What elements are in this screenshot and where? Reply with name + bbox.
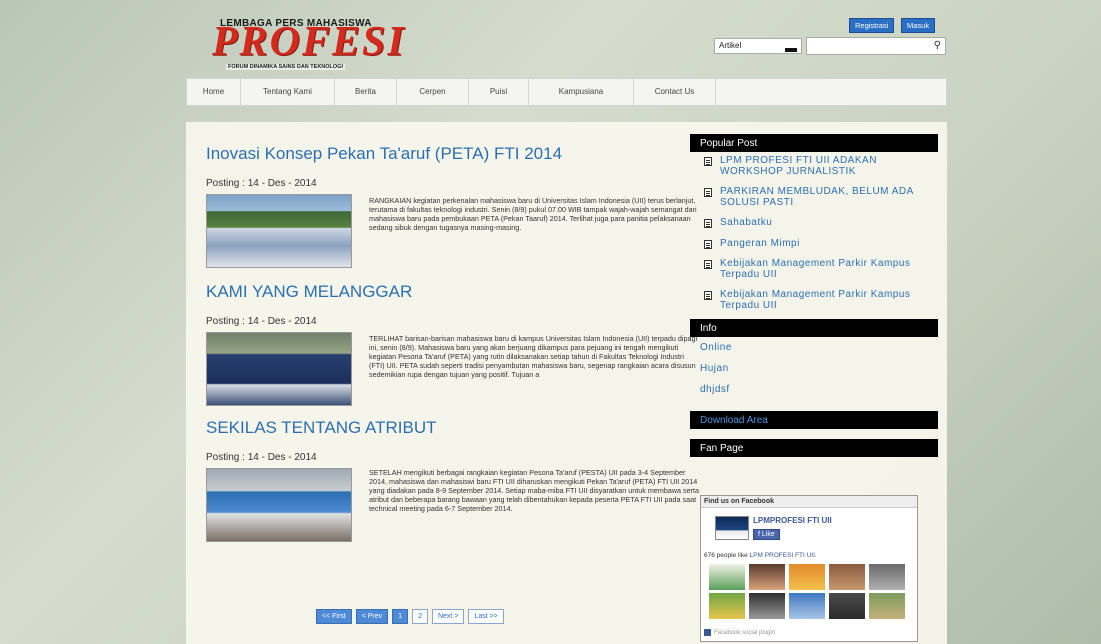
article-excerpt: RANGKAIAN kegiatan perkenalan mahasiswa … bbox=[369, 196, 697, 233]
logo-main-text: PROFESI bbox=[212, 19, 406, 65]
article-date: Posting : 14 - Des - 2014 bbox=[206, 452, 317, 463]
fb-fan-photos bbox=[709, 564, 909, 619]
document-icon bbox=[704, 260, 712, 269]
fan-avatar[interactable] bbox=[789, 564, 825, 590]
fb-page-link[interactable]: LPM PROFESI FTI UII. bbox=[750, 552, 817, 559]
fb-like-count: 676 people like LPM PROFESI FTI UII. bbox=[704, 552, 817, 559]
document-icon bbox=[704, 291, 712, 300]
article-excerpt: TERLIHAT barisan-barisan mahasiswa baru … bbox=[369, 334, 698, 380]
registrasi-button[interactable]: Registrasi bbox=[849, 18, 895, 33]
fan-page-heading: Fan Page bbox=[690, 439, 938, 457]
article-title-link[interactable]: KAMI YANG MELANGGAR bbox=[206, 282, 686, 302]
info-item[interactable]: Online bbox=[690, 342, 938, 353]
pager-prev-button[interactable]: < Prev bbox=[355, 609, 389, 624]
masuk-button[interactable]: Masuk bbox=[901, 18, 936, 33]
article-thumbnail[interactable] bbox=[206, 468, 352, 542]
nav-item-puisi[interactable]: Puisi bbox=[469, 79, 529, 105]
article-item: KAMI YANG MELANGGAR Posting : 14 - Des -… bbox=[206, 282, 697, 406]
pager-first-button[interactable]: << First bbox=[316, 609, 352, 624]
facebook-like-box: Find us on Facebook LPMPROFESI FTI UII f… bbox=[700, 495, 918, 642]
search-category-select[interactable]: Artikel bbox=[714, 38, 802, 54]
article-thumbnail[interactable] bbox=[206, 332, 352, 406]
dropdown-arrow-icon bbox=[785, 48, 797, 52]
popular-post-list: LPM PROFESI FTI UII ADAKAN WORKSHOP JURN… bbox=[690, 155, 938, 311]
fb-page-name[interactable]: LPMPROFESI FTI UII bbox=[753, 516, 832, 525]
info-heading: Info bbox=[690, 319, 938, 337]
popular-post-heading: Popular Post bbox=[690, 134, 938, 152]
fan-avatar[interactable] bbox=[869, 564, 905, 590]
search-category-value: Artikel bbox=[719, 41, 742, 50]
document-icon bbox=[704, 219, 712, 228]
popular-post-item[interactable]: Kebijakan Management Parkir Kampus Terpa… bbox=[690, 289, 938, 311]
document-icon bbox=[704, 157, 712, 166]
fan-avatar[interactable] bbox=[709, 593, 745, 619]
main-nav: Home Tentang Kami Berita Cerpen Puisi Ka… bbox=[186, 78, 947, 106]
logo-sub-text: FORUM DINAMIKA SAINS DAN TEKNOLOGI bbox=[226, 64, 345, 70]
fan-avatar[interactable] bbox=[829, 593, 865, 619]
info-item[interactable]: Hujan bbox=[690, 363, 938, 374]
facebook-icon bbox=[704, 629, 711, 636]
info-item[interactable]: dhjdsf bbox=[690, 384, 938, 395]
pagination: << First < Prev 1 2 Next > Last >> bbox=[316, 609, 504, 624]
fb-find-us: Find us on Facebook bbox=[701, 496, 917, 508]
fb-like-button[interactable]: f Like bbox=[753, 529, 780, 540]
pager-page-1[interactable]: 1 bbox=[392, 609, 409, 624]
popular-post-item[interactable]: Sahabatku bbox=[690, 217, 938, 229]
document-icon bbox=[704, 239, 712, 249]
popular-post-item[interactable]: LPM PROFESI FTI UII ADAKAN WORKSHOP JURN… bbox=[690, 155, 938, 177]
document-icon bbox=[704, 188, 712, 197]
page-wrapper: LEMBAGA PERS MAHASISWA PROFESI FORUM DIN… bbox=[186, 0, 947, 644]
search-icon[interactable]: ⚲ bbox=[934, 40, 941, 51]
pager-page-2[interactable]: 2 bbox=[412, 609, 428, 624]
nav-item-kampusiana[interactable]: Kampusiana bbox=[529, 79, 634, 105]
article-item: SEKILAS TENTANG ATRIBUT Posting : 14 - D… bbox=[206, 418, 699, 542]
article-title-link[interactable]: SEKILAS TENTANG ATRIBUT bbox=[206, 418, 686, 438]
nav-item-home[interactable]: Home bbox=[187, 79, 241, 105]
nav-item-cerpen[interactable]: Cerpen bbox=[397, 79, 469, 105]
article-date: Posting : 14 - Des - 2014 bbox=[206, 316, 317, 327]
main-content: Inovasi Konsep Pekan Ta'aruf (PETA) FTI … bbox=[186, 122, 947, 644]
nav-item-berita[interactable]: Berita bbox=[335, 79, 397, 105]
download-area-heading[interactable]: Download Area bbox=[690, 411, 938, 429]
popular-post-item[interactable]: Kebijakan Management Parkir Kampus Terpa… bbox=[690, 258, 938, 280]
sidebar: Popular Post LPM PROFESI FTI UII ADAKAN … bbox=[690, 134, 938, 642]
fb-footer: Facebook social plugin bbox=[704, 629, 775, 636]
nav-item-contact-us[interactable]: Contact Us bbox=[634, 79, 716, 105]
pager-last-button[interactable]: Last >> bbox=[468, 609, 504, 624]
fan-avatar[interactable] bbox=[869, 593, 905, 619]
fan-avatar[interactable] bbox=[749, 593, 785, 619]
fan-avatar[interactable] bbox=[749, 564, 785, 590]
nav-item-tentang-kami[interactable]: Tentang Kami bbox=[241, 79, 335, 105]
pager-next-button[interactable]: Next > bbox=[431, 609, 465, 624]
search-input[interactable]: ⚲ bbox=[806, 37, 946, 55]
popular-post-item[interactable]: Pangeran Mimpi bbox=[690, 238, 938, 250]
article-date: Posting : 14 - Des - 2014 bbox=[206, 178, 317, 189]
fb-page-avatar[interactable] bbox=[715, 516, 749, 540]
article-title-link[interactable]: Inovasi Konsep Pekan Ta'aruf (PETA) FTI … bbox=[206, 144, 686, 164]
article-item: Inovasi Konsep Pekan Ta'aruf (PETA) FTI … bbox=[206, 144, 697, 268]
popular-post-item[interactable]: PARKIRAN MEMBLUDAK, BELUM ADA SOLUSI PAS… bbox=[690, 186, 938, 208]
fan-avatar[interactable] bbox=[789, 593, 825, 619]
article-excerpt: SETELAH mengikuti berbagai rangkaian keg… bbox=[369, 468, 700, 514]
fan-avatar[interactable] bbox=[829, 564, 865, 590]
site-logo[interactable]: LEMBAGA PERS MAHASISWA PROFESI FORUM DIN… bbox=[208, 14, 404, 70]
fan-avatar[interactable] bbox=[709, 564, 745, 590]
article-thumbnail[interactable] bbox=[206, 194, 352, 268]
